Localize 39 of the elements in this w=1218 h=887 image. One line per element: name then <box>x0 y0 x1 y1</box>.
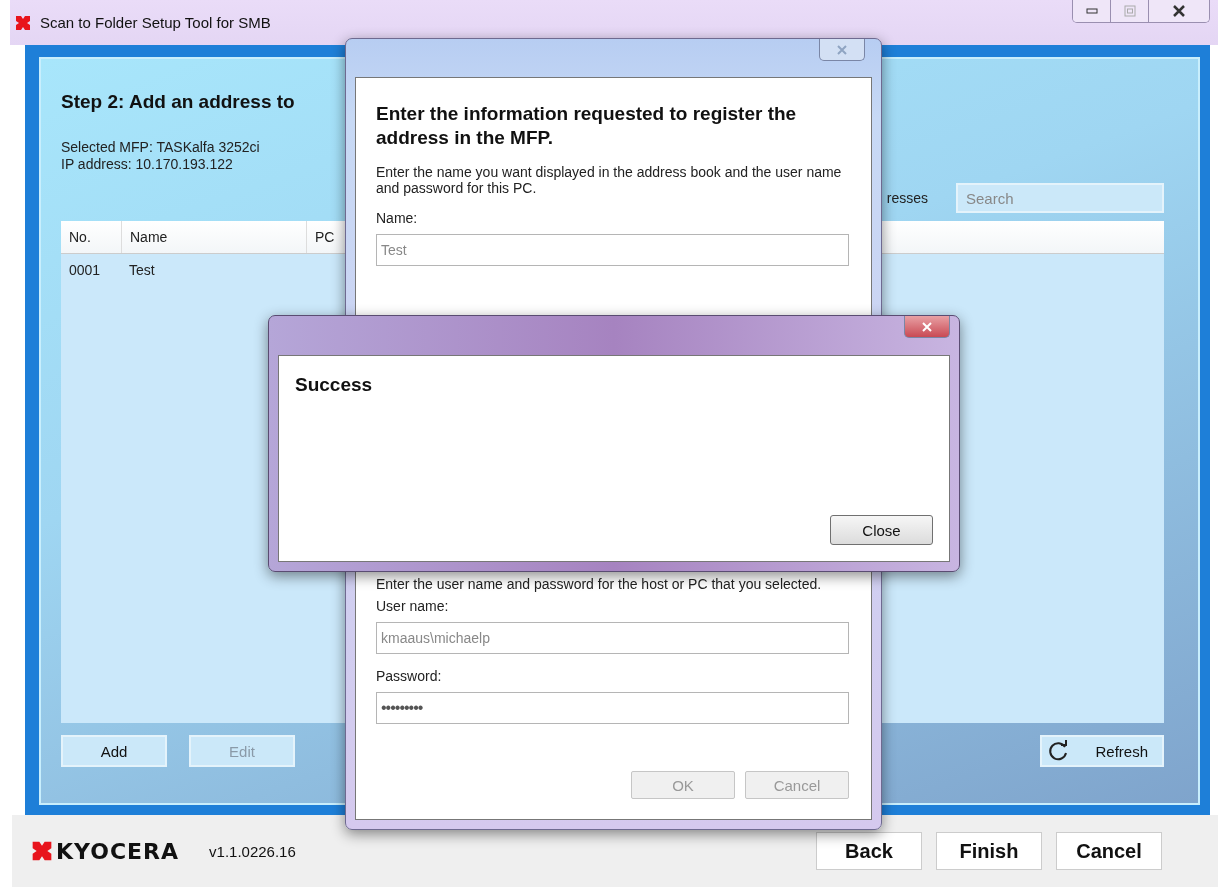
password-label: Password: <box>376 668 443 684</box>
credentials-instructions: Enter the user name and password for the host or PC that you selected. <box>376 576 823 592</box>
refresh-icon <box>1048 740 1070 762</box>
close-icon <box>921 321 933 332</box>
wizard-button[interactable]: Finish <box>936 832 1042 870</box>
minimize-button[interactable] <box>1073 0 1111 22</box>
name-field[interactable]: Test <box>376 234 849 266</box>
password-field[interactable]: ••••••••• <box>376 692 849 724</box>
version-label: v1.1.0226.16 <box>209 842 296 860</box>
user-name-label: User name: <box>376 598 450 614</box>
close-icon <box>1172 5 1186 17</box>
brand-mark-icon <box>30 839 54 863</box>
brand-logo: KYOCERA <box>30 838 180 864</box>
close-dialog-button[interactable]: Close <box>830 515 933 545</box>
wizard-button[interactable]: Back <box>816 832 922 870</box>
success-message: Success <box>295 374 374 396</box>
mfp-info: Selected MFP: TASKalfa 3252ci <box>61 139 260 156</box>
close-button[interactable] <box>1149 0 1209 22</box>
refresh-button[interactable]: Refresh <box>1040 735 1164 767</box>
ip-info: IP address: 10.170.193.122 <box>61 156 234 173</box>
column-header[interactable]: No. <box>61 221 122 253</box>
minimize-icon <box>1085 8 1098 14</box>
dialog-heading: Enter the information requested to register the address in the MFP. <box>376 102 798 150</box>
dialog-instructions: Enter the name you want displayed in the address book and the user name and password for this PC. <box>376 164 843 196</box>
wizard-button[interactable]: Cancel <box>1056 832 1162 870</box>
app-logo-icon <box>14 13 32 32</box>
action-button[interactable]: Add <box>61 735 167 767</box>
step-heading: Step 2: Add an address to <box>61 91 296 113</box>
window-title: Scan to Folder Setup Tool for SMB <box>40 14 271 31</box>
table-cell-text: 0001 <box>68 262 102 278</box>
maximize-button[interactable] <box>1111 0 1149 22</box>
user-name-field[interactable]: kmaaus\michaelp <box>376 622 849 654</box>
close-icon <box>836 44 848 55</box>
filter-label: resses <box>886 190 928 206</box>
name-label: Name: <box>376 210 419 226</box>
column-header[interactable]: Name <box>122 221 307 253</box>
search-field[interactable]: Search <box>956 183 1164 213</box>
restore-icon <box>1123 5 1136 17</box>
table-cell-text: Test <box>128 262 156 278</box>
